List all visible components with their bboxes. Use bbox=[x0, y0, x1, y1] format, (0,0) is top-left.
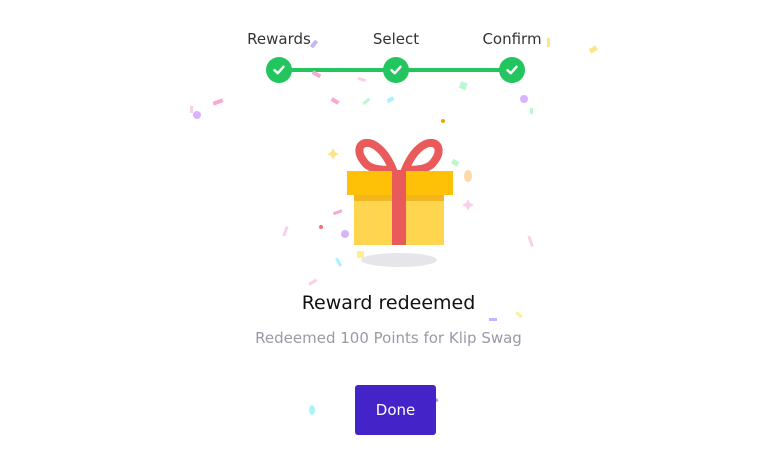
step-label-confirm: Confirm bbox=[482, 30, 542, 48]
step-label-select: Select bbox=[372, 30, 420, 48]
step-complete-select bbox=[383, 57, 409, 83]
step-complete-confirm bbox=[499, 57, 525, 83]
progress-stepper: Rewards Select Confirm bbox=[0, 0, 777, 100]
done-button[interactable]: Done bbox=[355, 385, 436, 435]
gift-icon bbox=[347, 138, 453, 267]
step-connector bbox=[279, 68, 396, 72]
step-label-rewards: Rewards bbox=[247, 30, 311, 48]
step-connector bbox=[396, 68, 512, 72]
check-icon bbox=[390, 65, 402, 75]
check-icon bbox=[273, 65, 285, 75]
check-icon bbox=[506, 65, 518, 75]
step-complete-rewards bbox=[266, 57, 292, 83]
success-subtitle: Redeemed 100 Points for Klip Swag bbox=[255, 329, 522, 347]
success-title: Reward redeemed bbox=[301, 292, 476, 314]
